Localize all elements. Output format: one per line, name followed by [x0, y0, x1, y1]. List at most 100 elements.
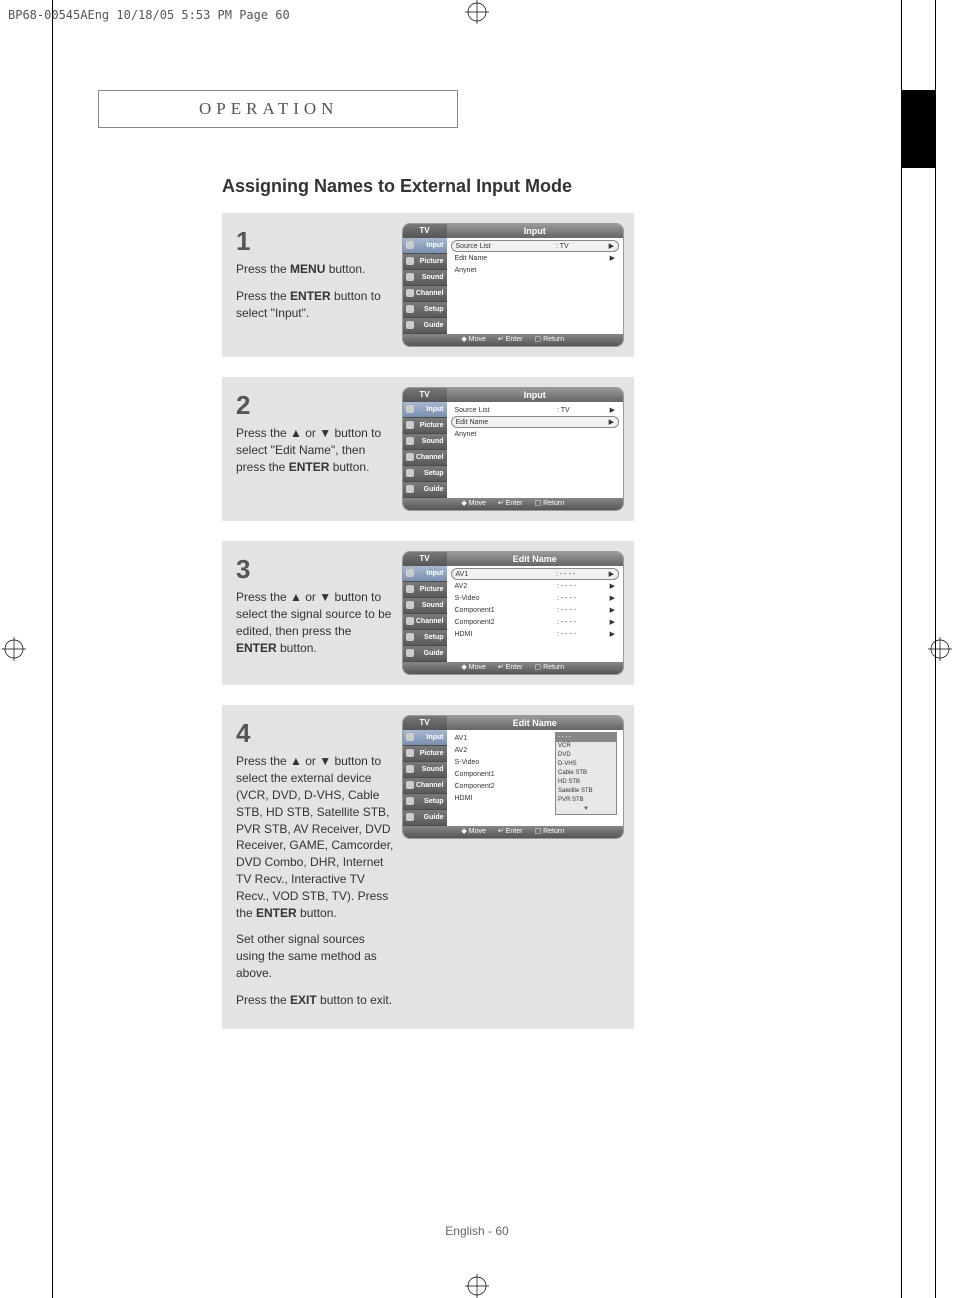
osd-tv-label: TV — [403, 224, 447, 238]
setup-icon — [406, 633, 414, 641]
osd-footer-return: ▢Return — [534, 334, 564, 346]
osd-footer-return-label: Return — [543, 826, 564, 838]
osd-footer-enter-label: Enter — [506, 498, 523, 510]
updown-icon: ◆ — [461, 662, 466, 674]
osd-row-val: : - - - - — [557, 607, 607, 614]
osd-footer: ◆Move ↵Enter ▢Return — [403, 498, 624, 510]
osd-footer-move: ◆Move — [461, 826, 486, 838]
picture-icon — [406, 257, 414, 265]
channel-icon — [406, 617, 414, 625]
osd-row-label: Source List — [456, 243, 557, 250]
osd-side-sound: Sound — [403, 762, 447, 778]
osd-side-guide: Guide — [403, 482, 447, 498]
updown-icon: ◆ — [461, 826, 466, 838]
arrow-right-icon: ▶ — [606, 242, 614, 250]
step4-l3: Press the — [236, 993, 290, 1007]
step-3: 3 Press the ▲ or ▼ button to select the … — [222, 541, 634, 685]
guide-icon — [406, 321, 414, 329]
osd-side-channel: Channel — [403, 286, 447, 302]
osd-side-input: Input — [403, 238, 447, 254]
sound-icon — [406, 765, 414, 773]
osd-footer-move: ◆Move — [461, 498, 486, 510]
osd-side-picture: Picture — [403, 254, 447, 270]
osd-footer-enter: ↵Enter — [498, 826, 523, 838]
osd-row-label: Component2 — [455, 619, 558, 626]
channel-icon — [406, 781, 414, 789]
picture-icon — [406, 421, 414, 429]
osd-tv-label: TV — [403, 552, 447, 566]
osd-tv-label: TV — [403, 388, 447, 402]
page-number: 60 — [495, 1224, 508, 1238]
osd-title: Input — [447, 224, 624, 238]
osd-footer: ◆Move ↵Enter ▢Return — [403, 334, 624, 346]
osd-title: Input — [447, 388, 624, 402]
dd-item: Cable STB — [556, 769, 616, 778]
osd-side-sound-label: Sound — [422, 274, 444, 281]
osd-side-setup-label: Setup — [424, 798, 443, 805]
osd-side-sound-label: Sound — [422, 602, 444, 609]
osd-side-picture-label: Picture — [420, 422, 444, 429]
osd-row-val: : TV — [556, 243, 606, 250]
osd-side-input-label: Input — [426, 406, 443, 413]
page-lang: English - — [445, 1224, 495, 1238]
sound-icon — [406, 437, 414, 445]
osd-row-label: Anynet — [455, 267, 616, 274]
osd-side-input-label: Input — [426, 570, 443, 577]
step1-l1b: button. — [325, 262, 365, 276]
osd-row-label: Edit Name — [456, 419, 557, 426]
osd-side-input-label: Input — [426, 734, 443, 741]
osd-screenshot-2: TVInput Input Picture Sound Channel Setu… — [402, 387, 625, 511]
osd-footer-move: ◆Move — [461, 662, 486, 674]
dd-item-selected: - - - - — [556, 733, 616, 742]
picture-icon — [406, 585, 414, 593]
crop-mark-left — [2, 637, 26, 661]
sound-icon — [406, 273, 414, 281]
osd-side-guide-label: Guide — [424, 814, 444, 821]
dd-item: D-VHS — [556, 760, 616, 769]
osd-footer-return-label: Return — [543, 334, 564, 346]
osd-row-label: S-Video — [455, 759, 566, 766]
osd-tv-label: TV — [403, 716, 447, 730]
step4-l1b: button. — [297, 906, 337, 920]
step3-b1: ENTER — [236, 641, 277, 655]
return-icon: ▢ — [534, 334, 541, 346]
channel-icon — [406, 453, 414, 461]
section-title: Assigning Names to External Input Mode — [222, 176, 918, 197]
osd-side-guide: Guide — [403, 318, 447, 334]
osd-side-sound-label: Sound — [422, 766, 444, 773]
osd-footer-enter-label: Enter — [506, 334, 523, 346]
osd-side-picture-label: Picture — [420, 586, 444, 593]
picture-icon — [406, 749, 414, 757]
osd-side-guide: Guide — [403, 646, 447, 662]
osd-row-av2: AV2: - - - -▶ — [451, 580, 620, 592]
osd-footer-return: ▢Return — [534, 826, 564, 838]
osd-side-channel: Channel — [403, 778, 447, 794]
arrow-right-icon: ▶ — [606, 570, 614, 578]
osd-side-setup: Setup — [403, 302, 447, 318]
print-header: BP68-00545AEng 10/18/05 5:53 PM Page 60 — [8, 8, 290, 22]
osd-row-val: : - - - - — [557, 619, 607, 626]
step4-l3b: button to exit. — [317, 993, 392, 1007]
arrow-right-icon: ▶ — [606, 418, 614, 426]
sound-icon — [406, 601, 414, 609]
osd-side-picture: Picture — [403, 418, 447, 434]
osd-footer-return: ▢Return — [534, 662, 564, 674]
osd-row-val: : - - - - — [557, 595, 607, 602]
enter-icon: ↵ — [498, 662, 504, 674]
osd-side-setup: Setup — [403, 466, 447, 482]
arrow-right-icon: ▶ — [607, 618, 615, 626]
osd-side-input: Input — [403, 730, 447, 746]
osd-row-label: Component2 — [455, 783, 566, 790]
osd-row-label: AV1 — [456, 571, 557, 578]
osd-footer-move-label: Move — [469, 662, 486, 674]
osd-row-val: : - - - - — [557, 631, 607, 638]
dd-item: PVR STB — [556, 796, 616, 805]
enter-icon: ↵ — [498, 826, 504, 838]
osd-sidebar: Input Picture Sound Channel Setup Guide — [403, 730, 447, 826]
guide-icon — [406, 649, 414, 657]
osd-side-guide-label: Guide — [424, 650, 444, 657]
return-icon: ▢ — [534, 498, 541, 510]
input-icon — [406, 569, 414, 577]
osd-main: AV1: - - - -▶ AV2: - - - -▶ S-Video: - -… — [447, 566, 624, 662]
osd-main: Source List: TV▶ Edit Name▶ Anynet — [447, 238, 624, 334]
